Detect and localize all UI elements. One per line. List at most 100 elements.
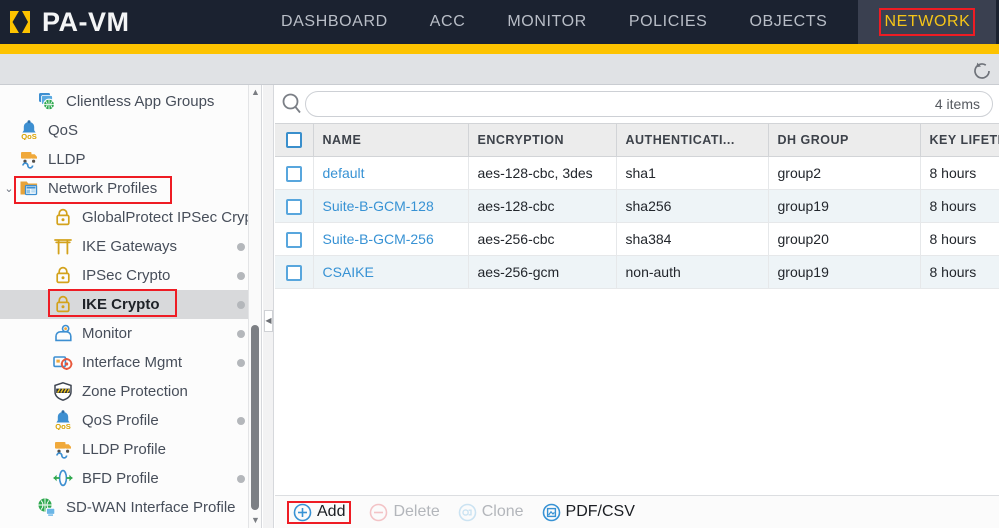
sidebar-item-bfd-profile[interactable]: BFD Profile [0, 464, 261, 493]
sidebar-item-ipsec-crypto[interactable]: IPSec Crypto [0, 261, 261, 290]
row-name-link[interactable]: CSAIKE [323, 264, 374, 280]
column-header-name[interactable]: NAME [313, 123, 469, 157]
cell-name[interactable]: Suite-B-GCM-128 [313, 189, 469, 223]
sidebar-item-sd-wan-interface-profile[interactable]: SD-WAN Interface Profile [0, 493, 261, 522]
delete-button: Delete [369, 503, 440, 522]
sidebar-item-lldp-profile[interactable]: LLDP Profile [0, 435, 261, 464]
cell-text: group2 [777, 165, 822, 181]
row-checkbox[interactable] [285, 198, 302, 215]
sidebar-item-ike-gateways[interactable]: IKE Gateways [0, 232, 261, 261]
sidebar-item-monitor[interactable]: Monitor [0, 319, 261, 348]
sidebar-item-zone-protection[interactable]: Zone Protection [0, 377, 261, 406]
item-count-label: 4 items [934, 96, 980, 112]
column-header-key-lifetime[interactable]: KEY LIFETIME [920, 123, 999, 157]
column-header-dh-group[interactable]: DH GROUP [768, 123, 921, 157]
svg-text:QoS: QoS [21, 132, 37, 140]
table-body: default aes-128-cbc, 3des sha1 group2 8 hour… [275, 156, 999, 289]
tab-network[interactable]: NETWORK [858, 0, 997, 44]
tab-objects-label: OBJECTS [749, 13, 828, 30]
sidebar[interactable]: Clientless App Groups QoS QoS LLDP ⌄ Network … [0, 85, 262, 528]
delete-button-label: Delete [393, 503, 440, 520]
nav-tabs: DASHBOARD ACC MONITOR POLICIES OBJECTS N… [250, 0, 999, 44]
row-select-cell[interactable] [275, 255, 314, 289]
scroll-arrow-down-icon[interactable]: ▼ [251, 516, 260, 525]
sidebar-item-label: Interface Mgmt [82, 354, 183, 371]
cell-text: sha256 [625, 198, 672, 214]
chevron-down-icon[interactable]: ⌄ [0, 182, 18, 195]
row-checkbox[interactable] [285, 165, 302, 182]
sidebar-item-label: Network Profiles [48, 180, 158, 197]
column-header-authentication[interactable]: AUTHENTICATI... [616, 123, 769, 157]
gold-accent-bar [0, 44, 999, 54]
table-header-row: NAME ENCRYPTION AUTHENTICATI... DH GROUP… [275, 123, 999, 157]
refresh-icon[interactable] [971, 60, 993, 82]
network-profiles-folder-icon [18, 178, 42, 200]
padlock-icon [52, 207, 76, 229]
tab-acc[interactable]: ACC [409, 0, 487, 44]
sidebar-item-status-dot [237, 300, 245, 309]
row-select-cell[interactable] [275, 156, 314, 190]
tab-monitor[interactable]: MONITOR [486, 0, 607, 44]
sidebar-item-network-profiles[interactable]: ⌄ Network Profiles [0, 174, 261, 203]
sidebar-item-qos[interactable]: QoS QoS [0, 116, 261, 145]
pdf-csv-button[interactable]: PDF/CSV [542, 503, 635, 522]
svg-text:QoS: QoS [55, 422, 71, 430]
search-box[interactable]: 4 items [305, 91, 993, 117]
cell-encryption: aes-128-cbc, 3des [468, 156, 617, 190]
sidebar-item-lldp[interactable]: LLDP [0, 145, 261, 174]
select-all-header[interactable] [275, 123, 314, 157]
monitor-person-icon [52, 323, 76, 345]
cell-name[interactable]: CSAIKE [313, 255, 469, 289]
add-button[interactable]: Add [287, 500, 352, 524]
tab-objects[interactable]: OBJECTS [728, 0, 848, 44]
table-row[interactable]: CSAIKE aes-256-gcm non-auth group19 8 hours [275, 255, 999, 289]
sidebar-item-label: LLDP [48, 151, 86, 168]
search-input[interactable] [320, 96, 935, 112]
row-name-link[interactable]: Suite-B-GCM-128 [323, 198, 434, 214]
tab-monitor-label: MONITOR [507, 13, 587, 30]
sidebar-item-clientless-app-groups[interactable]: Clientless App Groups [0, 87, 261, 116]
sidebar-scroll-thumb[interactable] [251, 325, 259, 510]
cell-key-lifetime: 8 hours [920, 222, 999, 256]
interface-mgmt-icon [52, 352, 76, 374]
tab-dashboard[interactable]: DASHBOARD [260, 0, 409, 44]
panel-splitter[interactable]: ◀ [263, 85, 274, 528]
sidebar-item-globalprotect-ipsec-crypto[interactable]: GlobalProtect IPSec Crypto [0, 203, 261, 232]
table-row[interactable]: default aes-128-cbc, 3des sha1 group2 8 hour… [275, 156, 999, 190]
scroll-arrow-up-icon[interactable]: ▲ [251, 88, 260, 97]
tab-network-label: NETWORK [879, 8, 976, 36]
sidebar-item-label: QoS [48, 122, 79, 139]
row-name-link[interactable]: Suite-B-GCM-256 [323, 231, 434, 247]
row-checkbox[interactable] [285, 264, 302, 281]
tab-policies[interactable]: POLICIES [608, 0, 729, 44]
sidebar-scrollbar[interactable]: ▲ ▼ [248, 85, 261, 528]
row-select-cell[interactable] [275, 189, 314, 223]
row-select-cell[interactable] [275, 222, 314, 256]
cell-dh-group: group19 [768, 189, 921, 223]
table-row[interactable]: Suite-B-GCM-256 aes-256-cbc sha384 group20 8… [275, 222, 999, 256]
cell-text: sha384 [625, 231, 672, 247]
sidebar-item-status-dot [237, 329, 245, 338]
column-header-encryption[interactable]: ENCRYPTION [468, 123, 617, 157]
sidebar-item-label: Clientless App Groups [66, 93, 215, 110]
select-all-checkbox[interactable] [285, 132, 302, 148]
cell-encryption: aes-256-gcm [468, 255, 617, 289]
sidebar-item-label: GlobalProtect IPSec Crypto [82, 209, 261, 226]
cell-text: aes-256-gcm [477, 264, 560, 280]
cell-name[interactable]: Suite-B-GCM-256 [313, 222, 469, 256]
sidebar-item-interface-mgmt[interactable]: Interface Mgmt [0, 348, 261, 377]
table-row[interactable]: Suite-B-GCM-128 aes-128-cbc sha256 group19 8… [275, 189, 999, 223]
cell-text: 8 hours [929, 264, 977, 280]
row-checkbox[interactable] [285, 231, 302, 248]
sidebar-item-qos-profile[interactable]: QoS QoS Profile [0, 406, 261, 435]
app-window: PA-VM DASHBOARD ACC MONITOR POLICIES OBJ… [0, 0, 999, 528]
sidebar-item-ike-crypto[interactable]: IKE Crypto [0, 290, 261, 319]
search-row: 4 items [275, 85, 999, 123]
cell-key-lifetime: 8 hours [920, 255, 999, 289]
sidebar-item-label: QoS Profile [82, 412, 159, 429]
bottom-toolbar: Add Delete Clone PDF/CSV [275, 495, 999, 528]
cell-name[interactable]: default [313, 156, 469, 190]
splitter-collapse-handle[interactable]: ◀ [264, 310, 273, 332]
cell-authentication: non-auth [616, 255, 769, 289]
row-name-link[interactable]: default [323, 165, 365, 181]
